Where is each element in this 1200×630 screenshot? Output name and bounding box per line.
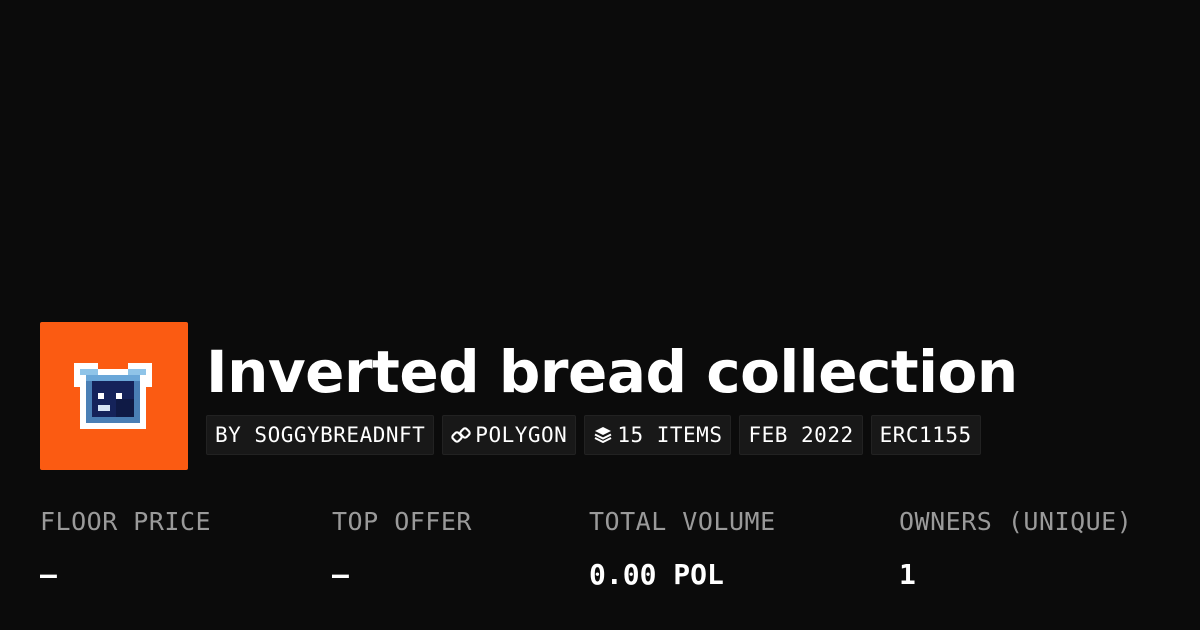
stat-value: 1 xyxy=(899,558,916,591)
stat-value: – xyxy=(332,558,349,591)
stat-value: 0.00 POL xyxy=(589,558,724,591)
token-standard-label: ERC1155 xyxy=(879,423,972,447)
chain-label: POLYGON xyxy=(475,423,568,447)
stat-owners: OWNERS (UNIQUE) 1 xyxy=(899,500,1132,602)
items-count-label: 15 ITEMS xyxy=(617,423,723,447)
pixel-bread-icon xyxy=(74,363,152,429)
created-date-label: FEB 2022 xyxy=(748,423,854,447)
token-standard-chip: ERC1155 xyxy=(870,415,981,455)
layers-icon xyxy=(594,427,612,443)
stat-top-offer: TOP OFFER – xyxy=(332,500,472,602)
stat-value: – xyxy=(40,558,57,591)
collection-avatar xyxy=(40,322,188,470)
stat-total-volume: TOTAL VOLUME 0.00 POL xyxy=(589,500,776,602)
collection-meta-chips: BY SOGGYBREADNFT POLYGON 15 ITEMS FEB 20… xyxy=(206,415,981,455)
creator-label: BY SOGGYBREADNFT xyxy=(215,423,426,447)
collection-title: Inverted bread collection xyxy=(206,338,1018,406)
stat-label: FLOOR PRICE xyxy=(40,507,212,536)
items-chip[interactable]: 15 ITEMS xyxy=(584,415,732,455)
stat-floor-price: FLOOR PRICE – xyxy=(40,500,211,602)
stat-label: TOP OFFER xyxy=(332,507,472,536)
stat-label: OWNERS (UNIQUE) xyxy=(899,507,1133,536)
creator-chip[interactable]: BY SOGGYBREADNFT xyxy=(206,415,435,455)
stat-label: TOTAL VOLUME xyxy=(589,507,776,536)
chain-chip[interactable]: POLYGON xyxy=(442,415,577,455)
date-chip: FEB 2022 xyxy=(739,415,863,455)
polygon-link-icon xyxy=(451,427,472,443)
